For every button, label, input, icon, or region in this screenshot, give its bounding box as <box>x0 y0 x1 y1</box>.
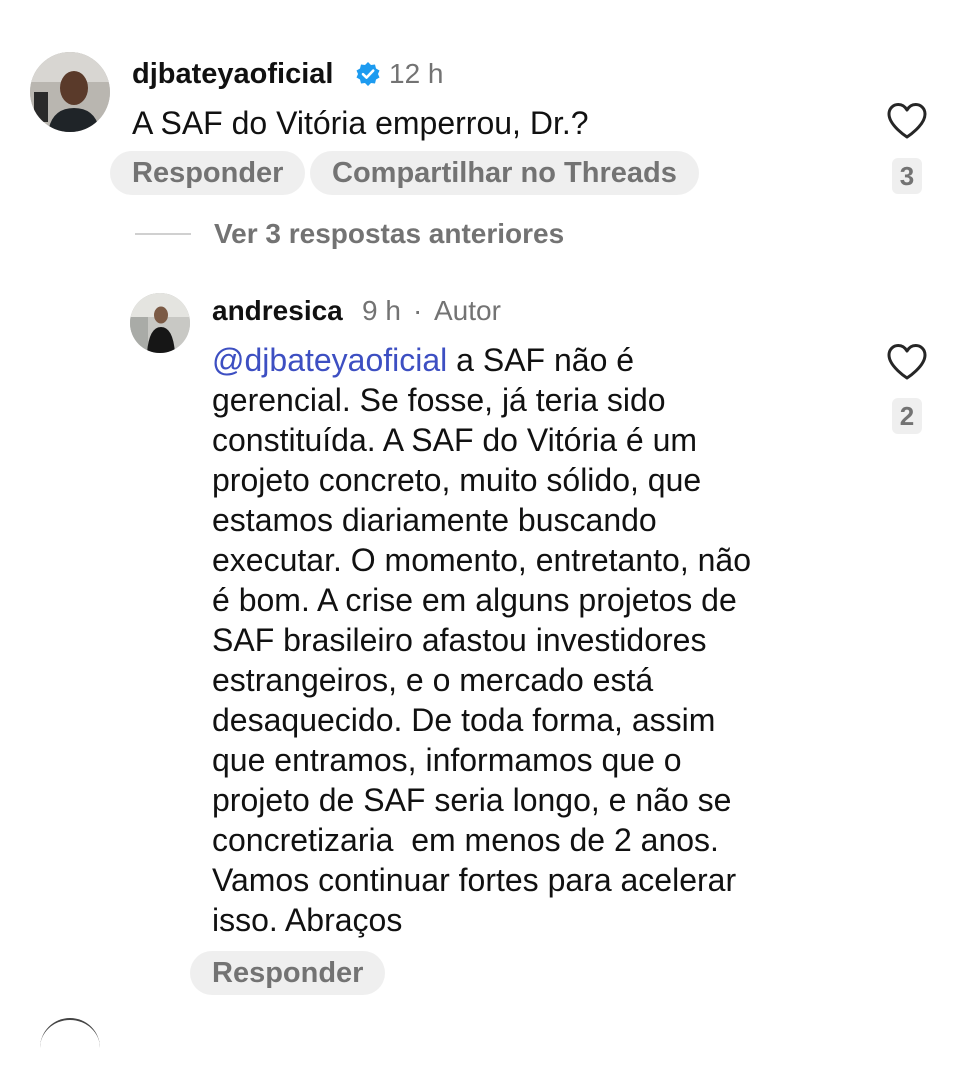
like-count: 3 <box>892 158 922 194</box>
reply-like-button[interactable] <box>886 342 928 382</box>
reply-time: 9 h <box>362 295 401 326</box>
reply-text-line: projeto de SAF seria longo, e não se <box>212 782 732 818</box>
reply-meta-separator: · <box>413 295 423 326</box>
comment-text: A SAF do Vitória emperrou, Dr.? <box>132 105 589 141</box>
avatar-djbateyaoficial[interactable] <box>30 52 110 132</box>
avatar-image <box>130 293 190 353</box>
reply-text-line: gerencial. Se fosse, já teria sido <box>212 382 666 418</box>
comment-reply-button[interactable]: Responder <box>110 151 306 195</box>
reply-text-line: projeto concreto, muito sólido, que <box>212 462 702 498</box>
like-button[interactable] <box>886 101 928 141</box>
reply-text-line: concretizaria em menos de 2 anos. <box>212 822 719 858</box>
reply-text-line: SAF brasileiro afastou investidores <box>212 622 707 658</box>
mention-link[interactable]: @djbateyaoficial <box>212 342 447 378</box>
reply-text-line: constituída. A SAF do Vitória é um <box>212 422 698 458</box>
comment-time: 12 h <box>389 58 444 89</box>
reply-text-line: Vamos continuar fortes para acelerar <box>212 862 737 898</box>
reply-reply-button[interactable]: Responder <box>190 951 386 995</box>
heart-outline-icon <box>887 344 927 380</box>
avatar-andresica[interactable] <box>130 293 190 353</box>
verified-badge-icon <box>355 61 381 87</box>
author-badge: Autor <box>434 295 501 326</box>
view-previous-replies-button[interactable]: Ver 3 respostas anteriores <box>214 218 564 250</box>
reply-text-line: estrangeiros, e o mercado está <box>212 662 654 698</box>
heart-outline-icon <box>887 103 927 139</box>
reply-text-line: desaquecido. De toda forma, assim <box>212 702 716 738</box>
reply-text-segment: a SAF não é <box>447 342 635 378</box>
reply-like-count: 2 <box>892 398 922 434</box>
avatar-image <box>30 52 110 132</box>
reply-text-line: que entramos, informamos que o <box>212 742 682 778</box>
share-threads-button[interactable]: Compartilhar no Threads <box>310 151 699 195</box>
reply-username[interactable]: andresica <box>212 295 343 327</box>
reply-text-line: @djbateyaoficial a SAF não é <box>212 340 751 380</box>
replies-divider-line <box>135 233 191 235</box>
reply-text-line: isso. Abraços <box>212 902 403 938</box>
reply-text-line: estamos diariamente buscando <box>212 502 657 538</box>
reply-text: @djbateyaoficial a SAF não é gerencial. … <box>212 340 751 940</box>
reply-text-line: executar. O momento, entretanto, não <box>212 542 751 578</box>
next-comment-avatar-edge <box>40 1018 100 1078</box>
comment-username[interactable]: djbateyaoficial <box>132 58 333 90</box>
reply-text-line: é bom. A crise em alguns projetos de <box>212 582 737 618</box>
